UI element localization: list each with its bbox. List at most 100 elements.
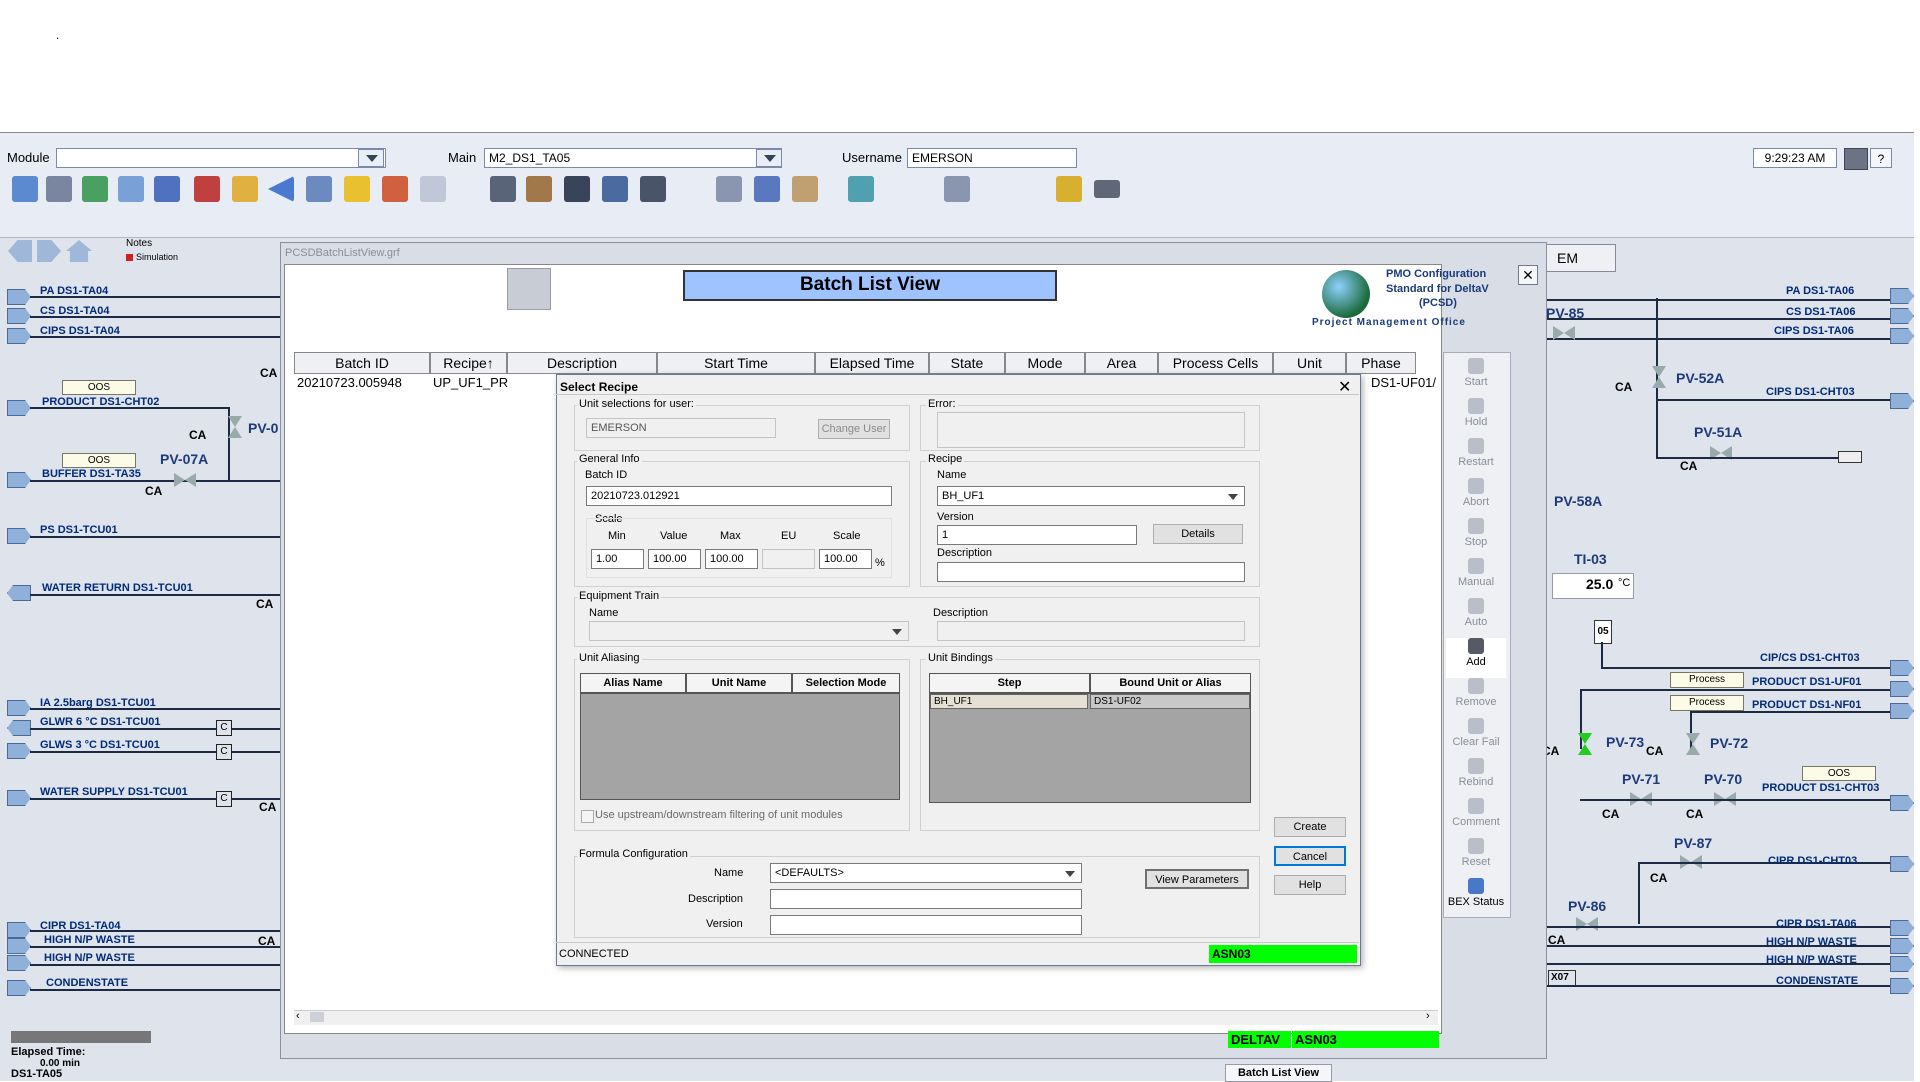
side-button-remove[interactable]: Remove (1446, 678, 1506, 718)
column-header-description[interactable]: Description (507, 352, 657, 374)
pv-87-label[interactable]: PV-87 (1674, 835, 1712, 851)
cipr-ta06-label[interactable]: CIPR DS1-TA06 (1776, 918, 1856, 930)
column-header-elapsed-time[interactable]: Elapsed Time (815, 352, 929, 374)
module-dropdown-button[interactable] (358, 149, 384, 167)
chart-icon[interactable] (602, 176, 628, 202)
side-button-stop[interactable]: Stop (1446, 518, 1506, 558)
side-button-restart[interactable]: Restart (1446, 438, 1506, 478)
alias-name-header[interactable]: Alias Name (580, 673, 686, 693)
pv-58a-label[interactable]: PV-58A (1554, 493, 1602, 509)
water-return-line-label[interactable]: WATER RETURN DS1-TCU01 (42, 582, 193, 594)
valve-icon[interactable] (1576, 917, 1598, 931)
side-button-comment[interactable]: Comment (1446, 798, 1506, 838)
side-button-hold[interactable]: Hold (1446, 398, 1506, 438)
glwr-line-label[interactable]: GLWR 6 °C DS1-TCU01 (40, 716, 161, 728)
column-header-mode[interactable]: Mode (1005, 352, 1085, 374)
workstation-icon[interactable] (490, 176, 516, 202)
scale-max-input[interactable]: 100.00 (705, 549, 758, 569)
print-icon[interactable] (46, 176, 72, 202)
pv-71-label[interactable]: PV-71 (1622, 771, 1660, 787)
product-uf01-label[interactable]: PRODUCT DS1-UF01 (1752, 676, 1861, 688)
main-dropdown-button[interactable] (756, 149, 782, 167)
selection-mode-header[interactable]: Selection Mode (792, 673, 900, 693)
main-input[interactable]: M2_DS1_TA05 (484, 148, 782, 168)
view-parameters-button[interactable]: View Parameters (1145, 869, 1249, 889)
water-supply-line-label[interactable]: WATER SUPPLY DS1-TCU01 (40, 786, 188, 798)
valve-icon[interactable] (1686, 733, 1700, 755)
help-button[interactable]: ? (1870, 148, 1892, 168)
column-header-recipe[interactable]: Recipe↑ (430, 352, 507, 374)
batch-row-recipe[interactable]: UP_UF1_PR (433, 375, 508, 390)
pv-51a-label[interactable]: PV-51A (1694, 424, 1742, 440)
list-icon[interactable] (382, 176, 408, 202)
column-header-phase[interactable]: Phase (1346, 352, 1416, 374)
batch-list-taskbar-tab[interactable]: Batch List View (1225, 1064, 1332, 1082)
em-button[interactable]: EM (1546, 244, 1616, 272)
column-header-state[interactable]: State (929, 352, 1005, 374)
pv-07a-label[interactable]: PV-07A (160, 451, 208, 467)
side-button-manual[interactable]: Manual (1446, 558, 1506, 598)
side-button-auto[interactable]: Auto (1446, 598, 1506, 638)
cips-cht03-label[interactable]: CIPS DS1-CHT03 (1766, 386, 1855, 398)
column-header-area[interactable]: Area (1085, 352, 1158, 374)
batch-id-input[interactable]: 20210723.012921 (586, 486, 892, 506)
column-header-batch-id[interactable]: Batch ID (294, 352, 430, 374)
pv-73-label[interactable]: PV-73 (1606, 734, 1644, 750)
column-header-unit[interactable]: Unit (1273, 352, 1346, 374)
batch-icon[interactable] (792, 176, 818, 202)
cipr-cht03-label[interactable]: CIPR DS1-CHT03 (1768, 855, 1857, 867)
users-icon[interactable] (526, 176, 552, 202)
trend-icon[interactable] (564, 176, 590, 202)
recipe-name-select[interactable]: BH_UF1 (937, 486, 1245, 506)
pv-73-valve-icon[interactable] (1578, 733, 1592, 755)
product-cht03-label[interactable]: PRODUCT DS1-CHT03 (1762, 782, 1879, 794)
alarm-bell-icon[interactable] (344, 176, 370, 202)
scroll-left-icon[interactable]: ‹ (296, 1010, 300, 1022)
keyboard-icon[interactable] (1094, 180, 1120, 198)
product-nf01-label[interactable]: PRODUCT DS1-NF01 (1752, 699, 1861, 711)
clear-icon[interactable] (420, 176, 446, 202)
details-button[interactable]: Details (1153, 524, 1243, 544)
column-header-start-time[interactable]: Start Time (657, 352, 815, 374)
side-button-clear-fail[interactable]: Clear Fail (1446, 718, 1506, 758)
pv-70-label[interactable]: PV-70 (1704, 771, 1742, 787)
valve-icon[interactable] (174, 473, 196, 487)
bound-unit-header[interactable]: Bound Unit or Alias (1090, 673, 1251, 693)
condensate-right-label[interactable]: CONDENSTATE (1776, 975, 1858, 987)
alarm-icon[interactable] (1056, 176, 1082, 202)
unit-name-header[interactable]: Unit Name (686, 673, 792, 693)
cs-right-label[interactable]: CS DS1-TA06 (1786, 306, 1855, 318)
glws-line-label[interactable]: GLWS 3 °C DS1-TCU01 (40, 739, 160, 751)
ps-line-label[interactable]: PS DS1-TCU01 (40, 524, 118, 536)
tools-icon[interactable] (1844, 148, 1868, 170)
pv-86-label[interactable]: PV-86 (1568, 898, 1606, 914)
pv-85-label[interactable]: PV-85 (1546, 305, 1584, 321)
scroll-right-icon[interactable]: › (1426, 1010, 1430, 1022)
module-input[interactable] (56, 148, 386, 168)
cancel-button[interactable]: Cancel (1274, 846, 1346, 866)
side-button-add[interactable]: Add (1446, 638, 1506, 678)
list-view-icon[interactable] (716, 176, 742, 202)
flags-icon[interactable] (194, 176, 220, 202)
valve-icon[interactable] (1652, 366, 1666, 388)
scale-value-input[interactable]: 100.00 (648, 549, 701, 569)
tree-icon[interactable] (754, 176, 780, 202)
close-window-icon[interactable]: ✕ (1518, 265, 1538, 285)
batch-row-batch-id[interactable]: 20210723.005948 (297, 375, 402, 390)
columns-icon[interactable] (82, 176, 108, 202)
upstream-checkbox[interactable] (581, 810, 594, 823)
scale-scale-input[interactable]: 100.00 (819, 549, 872, 569)
create-button[interactable]: Create (1274, 817, 1346, 837)
side-button-abort[interactable]: Abort (1446, 478, 1506, 518)
step-header[interactable]: Step (929, 673, 1090, 693)
valve-icon[interactable] (228, 416, 242, 438)
side-button-rebind[interactable]: Rebind (1446, 758, 1506, 798)
high-waste-2-line-label[interactable]: HIGH N/P WASTE (44, 952, 135, 964)
side-button-reset[interactable]: Reset (1446, 838, 1506, 878)
scale-min-input[interactable]: 1.00 (591, 549, 644, 569)
buffer-line-label[interactable]: BUFFER DS1-TA35 (42, 468, 141, 480)
condensate-line-label[interactable]: CONDENSTATE (46, 977, 128, 989)
transfer-icon[interactable] (944, 176, 970, 202)
frame-icon[interactable] (306, 176, 332, 202)
settings-gear-icon[interactable] (507, 268, 551, 310)
